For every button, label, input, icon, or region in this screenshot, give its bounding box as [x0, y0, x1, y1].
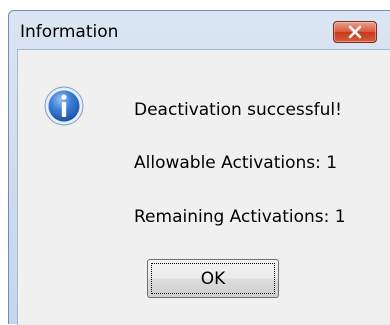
ok-button[interactable]: OK [147, 259, 279, 298]
allowable-activations-text: Allowable Activations: 1 [134, 153, 338, 173]
remaining-activations-text: Remaining Activations: 1 [134, 207, 346, 227]
information-dialog: Information Deactivation successful! All… [8, 10, 390, 325]
info-icon [44, 86, 84, 126]
close-icon [348, 25, 362, 39]
close-button[interactable] [333, 21, 377, 43]
ok-button-label: OK [200, 268, 226, 289]
status-message: Deactivation successful! [134, 100, 342, 120]
title-bar[interactable]: Information [9, 11, 390, 49]
dialog-body: Deactivation successful! Allowable Activ… [17, 49, 390, 325]
window-title: Information [20, 22, 119, 42]
